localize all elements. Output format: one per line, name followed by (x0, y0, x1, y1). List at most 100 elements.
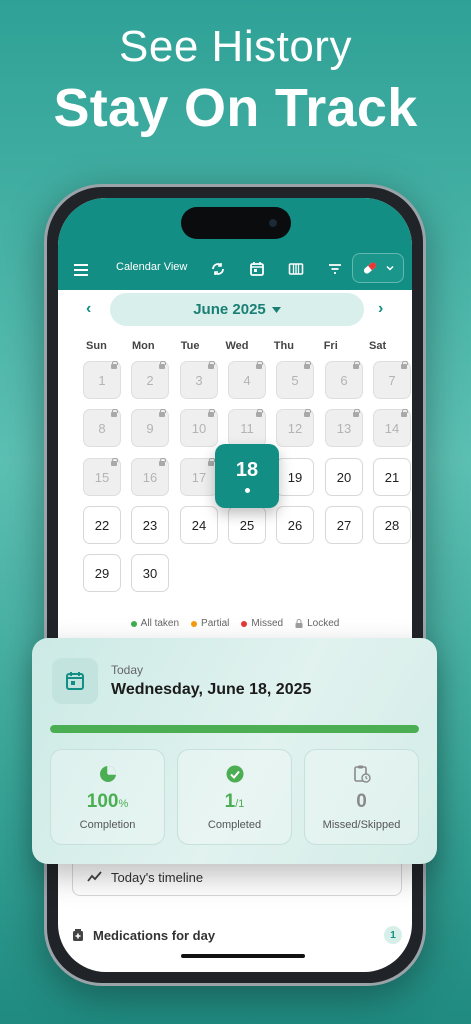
day-number: 5 (291, 372, 299, 388)
menu-icon[interactable] (74, 264, 88, 279)
calendar-day[interactable]: 30 (131, 554, 169, 592)
calendar-day-locked[interactable]: 16 (131, 458, 169, 496)
lock-icon (208, 409, 215, 417)
month-picker[interactable]: June 2025 (110, 293, 364, 326)
stat-value: 1/1 (224, 791, 245, 812)
hero-line-1: See History (119, 22, 352, 71)
app-bar-title: Calendar View (116, 261, 188, 273)
calendar-day-locked[interactable]: 10 (180, 409, 218, 447)
lock-icon (304, 409, 311, 417)
legend-partial: Partial (191, 618, 229, 629)
legend-all-taken: All taken (130, 618, 179, 629)
lock-icon (353, 409, 360, 417)
calendar-day[interactable]: 26 (276, 506, 314, 544)
medications-label: Medications for day (93, 927, 216, 943)
week-view-icon[interactable] (286, 259, 306, 279)
hero-heading: See History Stay On Track (0, 18, 471, 140)
lock-icon (401, 409, 408, 417)
day-number: 26 (287, 517, 303, 533)
day-number: 28 (384, 517, 400, 533)
lock-icon (159, 409, 166, 417)
stat-completed: 1/1 Completed (177, 749, 292, 845)
lock-icon (159, 361, 166, 369)
calendar-day-locked[interactable]: 13 (325, 409, 363, 447)
legend-dot-red (241, 620, 248, 627)
calendar-day-locked[interactable]: 15 (83, 458, 121, 496)
stat-missed-skipped: 0 Missed/Skipped (304, 749, 419, 845)
day-number: 29 (94, 565, 110, 581)
calendar-day-locked[interactable]: 8 (83, 409, 121, 447)
weekday-label: Thu (273, 340, 294, 352)
calendar-day[interactable]: 28 (373, 506, 411, 544)
month-label: June 2025 (193, 301, 266, 318)
calendar-day[interactable]: 22 (83, 506, 121, 544)
pill-icon (363, 262, 377, 274)
day-number: 4 (243, 372, 251, 388)
day-number: 13 (336, 420, 352, 436)
calendar-day-locked[interactable]: 4 (228, 361, 266, 399)
calendar-day-locked[interactable]: 6 (325, 361, 363, 399)
calendar-icon (52, 658, 98, 704)
lock-icon (208, 361, 215, 369)
calendar-day[interactable]: 29 (83, 554, 121, 592)
calendar-day[interactable]: 21 (373, 458, 411, 496)
daily-progress-bar (50, 725, 419, 733)
day-number: 10 (191, 420, 207, 436)
calendar-day-locked[interactable]: 12 (276, 409, 314, 447)
calendar-day[interactable]: 19 (276, 458, 314, 496)
calendar-day-locked[interactable]: 2 (131, 361, 169, 399)
weekday-label: Mon (131, 340, 155, 352)
day-number: 6 (340, 372, 348, 388)
lock-icon (111, 361, 118, 369)
next-month-icon[interactable]: › (378, 300, 383, 318)
prev-month-icon[interactable]: ‹ (86, 300, 91, 318)
hero-line-2: Stay On Track (53, 78, 418, 138)
calendar-day-locked[interactable]: 17 (180, 458, 218, 496)
calendar-day[interactable]: 23 (131, 506, 169, 544)
calendar-day-locked[interactable]: 11 (228, 409, 266, 447)
calendar-day-locked[interactable]: 5 (276, 361, 314, 399)
calendar-day-selected[interactable]: 18 (215, 444, 279, 508)
calendar-day-locked[interactable]: 3 (180, 361, 218, 399)
day-number: 25 (239, 517, 255, 533)
day-number: 23 (142, 517, 158, 533)
medication-selector[interactable] (352, 253, 404, 283)
weekday-header: Sun Mon Tue Wed Thu Fri Sat (73, 340, 401, 352)
lock-icon (159, 458, 166, 466)
day-number: 3 (195, 372, 203, 388)
trend-icon (87, 871, 102, 882)
calendar-day-locked[interactable]: 9 (131, 409, 169, 447)
filter-icon[interactable] (325, 259, 345, 279)
calendar-day[interactable]: 20 (325, 458, 363, 496)
calendar-day-locked[interactable]: 1 (83, 361, 121, 399)
caret-down-icon (271, 306, 281, 313)
legend-dot-green (130, 620, 137, 627)
lock-icon (208, 458, 215, 466)
day-number: 7 (388, 372, 396, 388)
day-number: 17 (191, 469, 207, 485)
day-number: 11 (240, 420, 254, 436)
selected-date: Wednesday, June 18, 2025 (111, 681, 312, 698)
lock-icon (401, 361, 408, 369)
day-number: 9 (146, 420, 154, 436)
home-indicator (181, 954, 305, 958)
chevron-down-icon (386, 265, 394, 271)
medications-section-header[interactable]: Medications for day 1 (72, 926, 402, 944)
weekday-label: Sat (369, 340, 387, 352)
day-number: 14 (384, 420, 400, 436)
calendar-day[interactable]: 24 (180, 506, 218, 544)
refresh-icon[interactable] (208, 259, 228, 279)
calendar-day[interactable]: 27 (325, 506, 363, 544)
calendar-day[interactable]: 25 (228, 506, 266, 544)
day-number: 27 (336, 517, 352, 533)
phone-frame: Calendar View ‹ June 2025 › Sun Mon Tue … (44, 184, 426, 986)
today-label: Today (111, 663, 144, 677)
day-number: 1 (98, 372, 106, 388)
calendar-day-locked[interactable]: 7 (373, 361, 411, 399)
calendar-day-locked[interactable]: 14 (373, 409, 411, 447)
day-number: 15 (94, 469, 110, 485)
calendar-day-icon[interactable] (247, 259, 267, 279)
progress-fill (50, 725, 419, 733)
day-number: 8 (98, 420, 106, 436)
day-number: 20 (336, 469, 352, 485)
